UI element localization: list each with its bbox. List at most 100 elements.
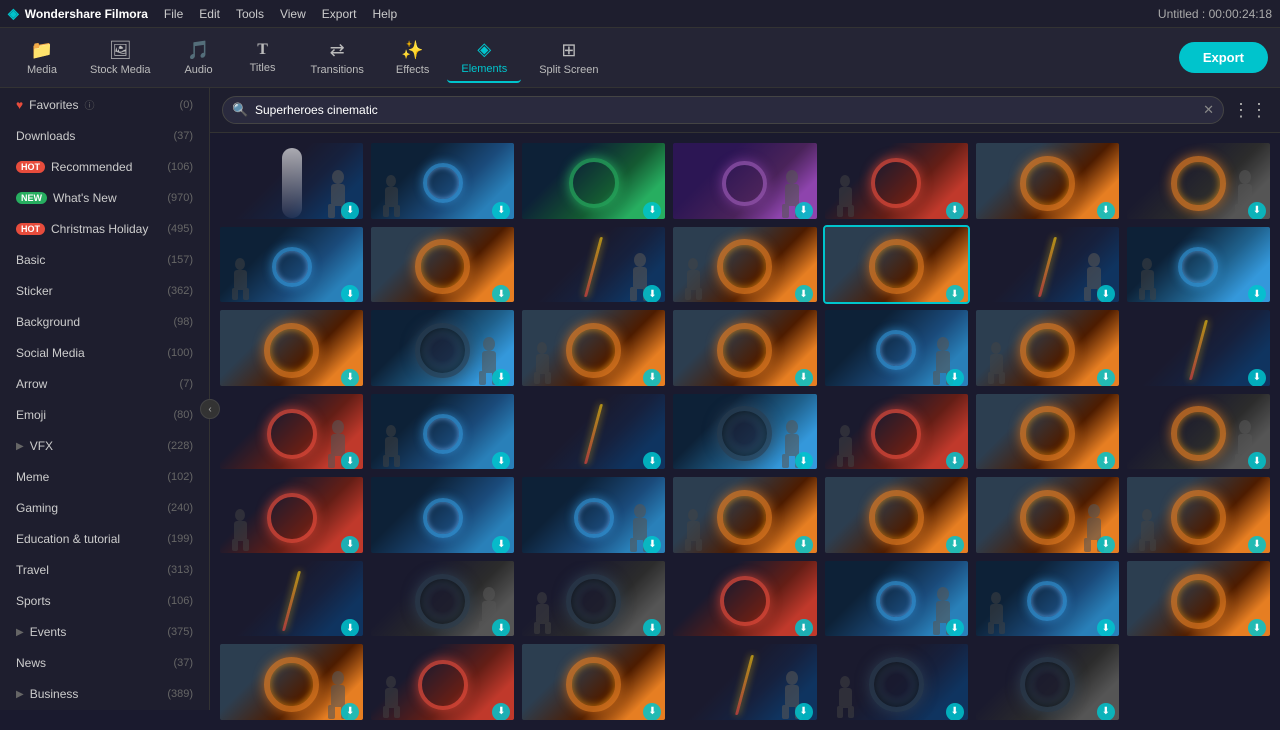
grid-item[interactable]: ⬇ Superheroes Cinemat... [520, 308, 667, 388]
grid-item[interactable]: ⬇ Superheroes Cinemat... [369, 308, 516, 388]
grid-item[interactable]: ⬇ Superheroes Cinemat... [218, 642, 365, 722]
grid-item[interactable]: ⬇ Superheroes Cinemat... [823, 141, 970, 221]
grid-item[interactable]: ⬇ Superheroes Cinemat... [974, 308, 1121, 388]
grid-item[interactable]: ⬇ Superheroes Cinemat... [520, 642, 667, 722]
items-grid: ⬇ Superheroes Cinemat... ⬇ Superheroes C… [210, 133, 1280, 730]
menu-export[interactable]: Export [322, 7, 357, 21]
search-input[interactable] [222, 96, 1224, 124]
sidebar-item-christmas-label: Christmas Holiday [51, 222, 148, 236]
grid-item[interactable]: ⬇ Superheroes Cinemat... [1125, 225, 1272, 305]
grid-item[interactable]: ⬇ Superheroes Cinemat... [218, 559, 365, 639]
grid-item[interactable]: ⬇ Superheroes Cinemat... [823, 475, 970, 555]
sidebar-item-meme[interactable]: Meme (102) [4, 462, 205, 492]
toolbar-audio[interactable]: 🎵 Audio [169, 34, 229, 82]
toolbar-stock-media[interactable]: 🖼 Stock Media [76, 34, 165, 82]
grid-item[interactable]: ⬇ Superheroes Cinemat... [218, 475, 365, 555]
grid-toggle-icon[interactable]: ⋮⋮ [1232, 100, 1268, 121]
sidebar-item-sticker[interactable]: Sticker (362) [4, 276, 205, 306]
sidebar-item-christmas-holiday[interactable]: HOT Christmas Holiday (495) [4, 214, 205, 244]
grid-item[interactable]: ⬇ Superheroes Cinemat... [1125, 559, 1272, 639]
grid-item[interactable]: ⬇ Superheroes Cinemat... [520, 392, 667, 472]
grid-item[interactable]: ⬇ Superheroes Cinemat... [218, 392, 365, 472]
elements-icon: ◈ [477, 39, 491, 60]
grid-item[interactable]: ⬇ Superheroes Cinemat... [1125, 392, 1272, 472]
download-badge: ⬇ [946, 536, 964, 554]
grid-item[interactable]: ⬇ Superheroes Cinemat... [671, 559, 818, 639]
grid-item[interactable]: ⬇ Superheroes Cinemat... [369, 559, 516, 639]
grid-item[interactable]: ⬇ Superheroes Cinemat... [369, 642, 516, 722]
grid-item[interactable]: ⬇ Superheroes Cinemat... [823, 225, 970, 305]
grid-item[interactable]: ⬇ Superheroes Cinemat... [823, 559, 970, 639]
sidebar-item-whats-new-label: What's New [53, 191, 117, 205]
grid-item[interactable]: ⬇ Superheroes Cinemat... [671, 392, 818, 472]
grid-item[interactable]: ⬇ Superheroes Cinemat... [823, 642, 970, 722]
grid-item[interactable]: ⬇ Superheroes Cinemat... [369, 225, 516, 305]
grid-item[interactable]: ⬇ Superheroes Cinemat... [218, 225, 365, 305]
sidebar-item-sticker-label: Sticker [16, 284, 53, 298]
menu-help[interactable]: Help [372, 7, 397, 21]
sidebar-item-events-label: Events [30, 625, 67, 639]
grid-item[interactable]: ⬇ Superheroes Cinemat... [369, 141, 516, 221]
toolbar-effects[interactable]: ✨ Effects [382, 34, 443, 82]
sidebar-item-whats-new[interactable]: NEW What's New (970) [4, 183, 205, 213]
sidebar-item-education[interactable]: Education & tutorial (199) [4, 524, 205, 554]
sidebar-item-downloads[interactable]: Downloads (37) [4, 121, 205, 151]
sidebar-item-gaming[interactable]: Gaming (240) [4, 493, 205, 523]
grid-item[interactable]: ⬇ Superheroes Cinemat... [1125, 308, 1272, 388]
download-badge: ⬇ [1097, 369, 1115, 387]
grid-item[interactable]: ⬇ Superheroes Cinemat... [671, 642, 818, 722]
menu-view[interactable]: View [280, 7, 306, 21]
menu-file[interactable]: File [164, 7, 183, 21]
sidebar-item-sports[interactable]: Sports (106) [4, 586, 205, 616]
export-button[interactable]: Export [1179, 42, 1268, 73]
sidebar-item-news[interactable]: News (37) [4, 648, 205, 678]
download-badge: ⬇ [341, 703, 359, 721]
grid-item[interactable]: ⬇ Superheroes Cinemat... [974, 225, 1121, 305]
grid-item[interactable]: ⬇ Superheroes Cinemat... [823, 308, 970, 388]
grid-item[interactable]: ⬇ Superheroes Cinemat... [218, 141, 365, 221]
logo-icon: ◈ [8, 5, 19, 22]
grid-item[interactable]: ⬇ Superheroes Cinemat... [671, 225, 818, 305]
sidebar-item-recommended[interactable]: HOT Recommended (106) [4, 152, 205, 182]
toolbar-media-label: Media [27, 64, 57, 76]
grid-item[interactable]: ⬇ Superheroes Cinemat... [974, 475, 1121, 555]
grid-item[interactable]: ⬇ Superheroes Cinemat... [671, 475, 818, 555]
grid-item[interactable]: ⬇ Superheroes Cinemat... [671, 141, 818, 221]
sidebar-item-business[interactable]: ▶ Business (389) [4, 679, 205, 709]
toolbar-transitions[interactable]: ⇄ Transitions [297, 34, 378, 82]
menu-edit[interactable]: Edit [199, 7, 220, 21]
sidebar-collapse-button[interactable]: ‹ [200, 399, 220, 419]
grid-item[interactable]: ⬇ Superheroes Cinemat... [520, 141, 667, 221]
grid-item[interactable]: ⬇ Superheroes Cinemat... [369, 392, 516, 472]
sidebar-item-favorites[interactable]: ♥ Favorites ⓘ (0) [4, 89, 205, 120]
sidebar-item-emoji[interactable]: Emoji (80) [4, 400, 205, 430]
grid-item[interactable]: ⬇ Superheroes Cinemat... [671, 308, 818, 388]
sidebar-item-vfx[interactable]: ▶ VFX (228) [4, 431, 205, 461]
grid-item[interactable]: ⬇ Superheroes Cinemat... [520, 225, 667, 305]
toolbar-titles[interactable]: T Titles [233, 35, 293, 80]
grid-item[interactable]: ⬇ Superheroes Cinemat... [974, 559, 1121, 639]
grid-item[interactable]: ⬇ Superheroes Cinemat... [520, 475, 667, 555]
grid-item[interactable]: ⬇ Superheroes Cinemat... [823, 392, 970, 472]
grid-item[interactable]: ⬇ Superheroes Cinemat... [520, 559, 667, 639]
sidebar-item-travel[interactable]: Travel (313) [4, 555, 205, 585]
toolbar-elements[interactable]: ◈ Elements [447, 33, 521, 83]
sidebar-item-events[interactable]: ▶ Events (375) [4, 617, 205, 647]
sidebar-item-background[interactable]: Background (98) [4, 307, 205, 337]
menu-tools[interactable]: Tools [236, 7, 264, 21]
grid-item[interactable]: ⬇ Superheroes Cinemat... [369, 475, 516, 555]
sidebar-item-arrow[interactable]: Arrow (7) [4, 369, 205, 399]
sidebar-item-downloads-count: (37) [173, 130, 193, 142]
toolbar-media[interactable]: 📁 Media [12, 34, 72, 82]
toolbar-split-screen[interactable]: ⊞ Split Screen [525, 34, 612, 82]
sidebar-item-basic[interactable]: Basic (157) [4, 245, 205, 275]
grid-item[interactable]: ⬇ Superheroes Cinemat... [974, 642, 1121, 722]
grid-item[interactable]: ⬇ Superheroes Cinemat... [1125, 475, 1272, 555]
sidebar-item-social-media[interactable]: Social Media (100) [4, 338, 205, 368]
grid-item[interactable]: ⬇ Superheroes Cinemat... [974, 141, 1121, 221]
transitions-icon: ⇄ [330, 40, 345, 61]
search-clear-icon[interactable]: ✕ [1203, 102, 1214, 118]
grid-item[interactable]: ⬇ Superheroes Cinemat... [1125, 141, 1272, 221]
grid-item[interactable]: ⬇ Superheroes Cinemat... [974, 392, 1121, 472]
grid-item[interactable]: ⬇ Superheroes Cinemat... [218, 308, 365, 388]
